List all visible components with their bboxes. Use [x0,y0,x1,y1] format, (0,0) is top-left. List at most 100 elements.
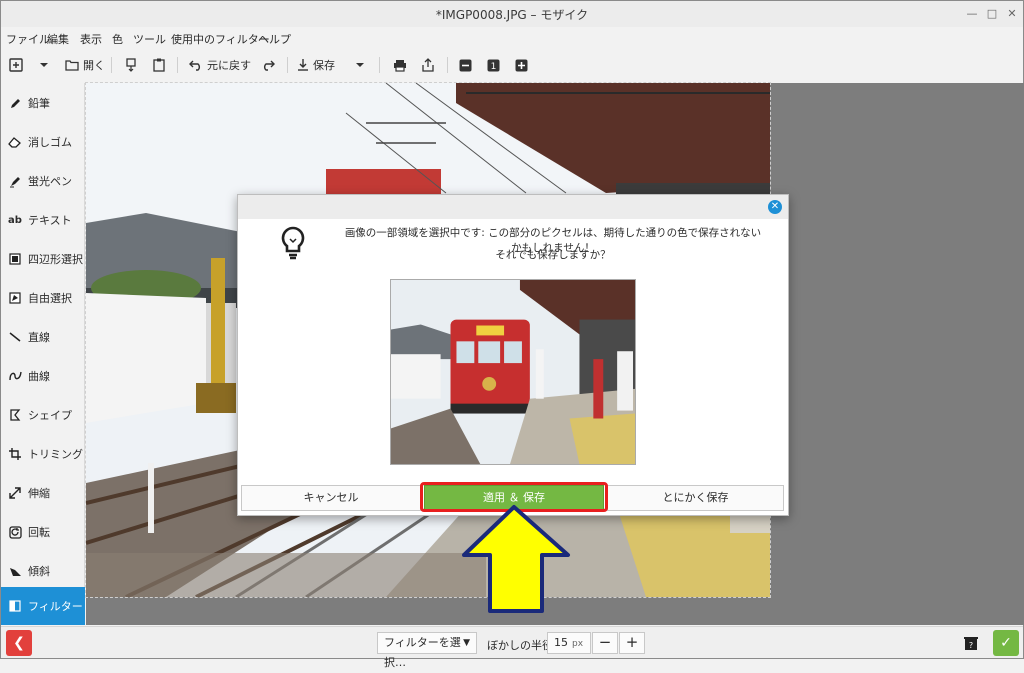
share-icon [422,58,434,72]
close-icon[interactable]: ✕ [1003,5,1021,23]
menu-color[interactable]: 色 [112,31,123,47]
menu-bar: ファイル 編集 表示 色 ツール 使用中のフィルター ヘルプ [1,28,1023,50]
blur-increase-button[interactable]: + [619,632,645,654]
tool-sidebar: 鉛筆 消しゴム 蛍光ペン ab テキスト 四辺形選択 自由選択 直線 曲線 シェ… [1,83,85,625]
rect-select-icon [8,252,22,266]
new-dropdown-button[interactable] [39,55,49,75]
folder-icon [65,60,79,71]
crop-icon [8,447,22,461]
tool-text[interactable]: ab テキスト [1,201,85,239]
paste-button[interactable] [153,55,165,75]
highlighter-icon [8,174,22,188]
title-bar: *IMGP0008.JPG – モザイク — □ ✕ [1,1,1023,27]
undo-button[interactable]: 元に戻す [189,55,251,75]
skew-icon [8,564,22,578]
eraser-icon [8,135,22,149]
tool-shape[interactable]: シェイプ [1,396,85,434]
tool-rotate[interactable]: 回転 [1,513,85,551]
blur-radius-input[interactable]: 15 px [547,632,591,654]
tool-label: テキスト [28,214,72,227]
toolbar-divider [111,57,112,73]
zoom-out-button[interactable] [459,55,472,75]
tool-label: トリミング [28,448,83,461]
printer-icon [394,59,406,72]
minus-square-icon [459,59,472,71]
pencil-icon [8,96,22,110]
chevron-down-icon [40,63,48,67]
blur-radius-unit: px [572,639,584,649]
clipboard-icon [153,58,165,72]
export-button[interactable] [421,55,435,75]
tool-label: 直線 [28,331,50,344]
toolbar-divider [287,57,288,73]
tool-pencil[interactable]: 鉛筆 [1,84,85,122]
trash-icon[interactable]: ? [963,635,979,651]
lightbulb-icon [281,226,305,260]
cancel-filter-button[interactable]: ❮ [6,630,32,656]
tool-label: 伸縮 [28,487,50,500]
shape-icon [8,408,22,422]
rotate-icon [8,525,22,539]
filter-select-value: フィルターを選択… [384,636,461,669]
import-icon [126,58,136,72]
dialog-question: それでも保存しますか？ [495,249,611,261]
zoom-reset-button[interactable]: 1 [487,55,500,75]
tool-line[interactable]: 直線 [1,318,85,356]
svg-text:?: ? [969,641,973,650]
open-label: 開く [83,59,105,72]
download-icon [298,59,308,71]
window-title: *IMGP0008.JPG – モザイク [435,8,589,22]
plus-square-icon [515,59,528,71]
zoom-in-button[interactable] [515,55,528,75]
menu-active-filter[interactable]: 使用中のフィルター [171,31,270,47]
filter-select[interactable]: フィルターを選択… ▼ [377,632,477,669]
tool-rect-select[interactable]: 四辺形選択 [1,240,85,278]
tool-label: 鉛筆 [28,97,50,110]
save-anyway-button[interactable]: とにかく保存 [607,485,784,511]
apply-filter-button[interactable]: ✓ [993,630,1019,656]
menu-view[interactable]: 表示 [80,31,102,47]
tool-skew[interactable]: 傾斜 [1,552,85,590]
zoom-value-icon: 1 [487,59,500,72]
toolbar-divider [177,57,178,73]
close-icon[interactable]: ✕ [768,200,782,214]
text-icon: ab [8,214,22,226]
curve-icon [8,369,22,383]
tool-label: 四辺形選択 [28,253,83,266]
menu-edit[interactable]: 編集 [47,31,69,47]
tool-curve[interactable]: 曲線 [1,357,85,395]
tool-free-select[interactable]: 自由選択 [1,279,85,317]
tool-label: 曲線 [28,370,50,383]
line-icon [8,330,22,344]
menu-tools[interactable]: ツール [133,31,166,47]
toolbar: 開く 元に戻す 保存 1 [1,51,1023,79]
open-button[interactable]: 開く [65,55,105,75]
maximize-icon[interactable]: □ [983,5,1001,23]
svg-text:1: 1 [491,62,497,72]
new-button[interactable] [9,55,23,75]
redo-button[interactable] [261,55,275,75]
tool-filter[interactable]: フィルター [1,587,85,625]
new-icon [9,58,23,72]
undo-label: 元に戻す [207,59,251,72]
tool-crop[interactable]: トリミング [1,435,85,473]
tool-scale[interactable]: 伸縮 [1,474,85,512]
blur-radius-label: ぼかしの半径 [487,639,553,652]
print-button[interactable] [393,55,407,75]
import-button[interactable] [125,55,137,75]
tool-eraser[interactable]: 消しゴム [1,123,85,161]
cancel-button[interactable]: キャンセル [241,485,421,511]
save-dropdown-button[interactable] [355,55,365,75]
tool-label: フィルター [28,600,83,613]
menu-help[interactable]: ヘルプ [258,31,291,47]
tool-highlighter[interactable]: 蛍光ペン [1,162,85,200]
blur-decrease-button[interactable]: − [592,632,618,654]
blur-radius-value: 15 [554,636,568,649]
menu-file[interactable]: ファイル [6,31,50,47]
tool-label: シェイプ [28,409,72,422]
save-button[interactable]: 保存 [297,55,335,75]
minimize-icon[interactable]: — [963,5,981,23]
undo-icon [189,60,200,71]
tool-label: 回転 [28,526,50,539]
bottom-bar: ❮ フィルターを選択… ▼ ぼかしの半径 15 px − + ? ✓ [1,626,1023,669]
